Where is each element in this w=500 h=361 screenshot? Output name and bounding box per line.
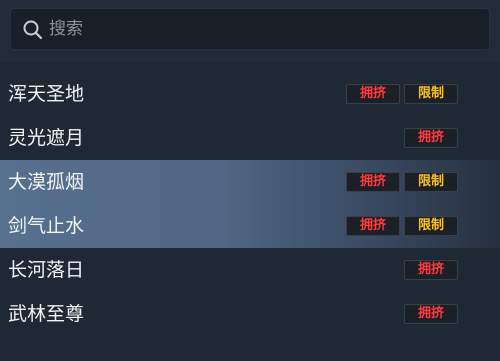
search-placeholder: 搜索 xyxy=(49,19,83,39)
server-name: 长河落日 xyxy=(8,259,85,281)
server-row[interactable]: 浑天圣地 拥挤 限制 xyxy=(0,72,500,116)
crowded-badge: 拥挤 xyxy=(346,84,400,104)
crowded-badge: 拥挤 xyxy=(404,128,458,148)
server-row[interactable]: 长河落日 拥挤 xyxy=(0,248,500,292)
server-row[interactable]: 武林至尊 拥挤 xyxy=(0,292,500,336)
crowded-badge: 拥挤 xyxy=(404,304,458,324)
limit-badge: 限制 xyxy=(404,172,458,192)
limit-badge: 限制 xyxy=(404,216,458,236)
server-tags: 拥挤 xyxy=(404,128,458,148)
server-name: 剑气止水 xyxy=(8,215,85,237)
server-tags: 拥挤 限制 xyxy=(346,172,458,192)
search-icon xyxy=(21,18,45,42)
server-name: 大漠孤烟 xyxy=(8,171,85,193)
limit-badge: 限制 xyxy=(404,84,458,104)
server-tags: 拥挤 xyxy=(404,304,458,324)
server-name: 浑天圣地 xyxy=(8,83,85,105)
server-list: 浑天圣地 拥挤 限制 灵光遮月 拥挤 大漠孤烟 拥挤 限制 剑气止水 拥挤 限制… xyxy=(0,72,500,336)
server-name: 灵光遮月 xyxy=(8,127,85,149)
top-bar: 搜索 xyxy=(0,0,500,62)
crowded-badge: 拥挤 xyxy=(404,260,458,280)
server-tags: 拥挤 xyxy=(404,260,458,280)
search-input[interactable]: 搜索 xyxy=(10,8,490,50)
server-row[interactable]: 大漠孤烟 拥挤 限制 xyxy=(0,160,500,204)
crowded-badge: 拥挤 xyxy=(346,172,400,192)
server-row[interactable]: 剑气止水 拥挤 限制 xyxy=(0,204,500,248)
server-tags: 拥挤 限制 xyxy=(346,216,458,236)
server-tags: 拥挤 限制 xyxy=(346,84,458,104)
crowded-badge: 拥挤 xyxy=(346,216,400,236)
server-name: 武林至尊 xyxy=(8,303,85,325)
server-row[interactable]: 灵光遮月 拥挤 xyxy=(0,116,500,160)
